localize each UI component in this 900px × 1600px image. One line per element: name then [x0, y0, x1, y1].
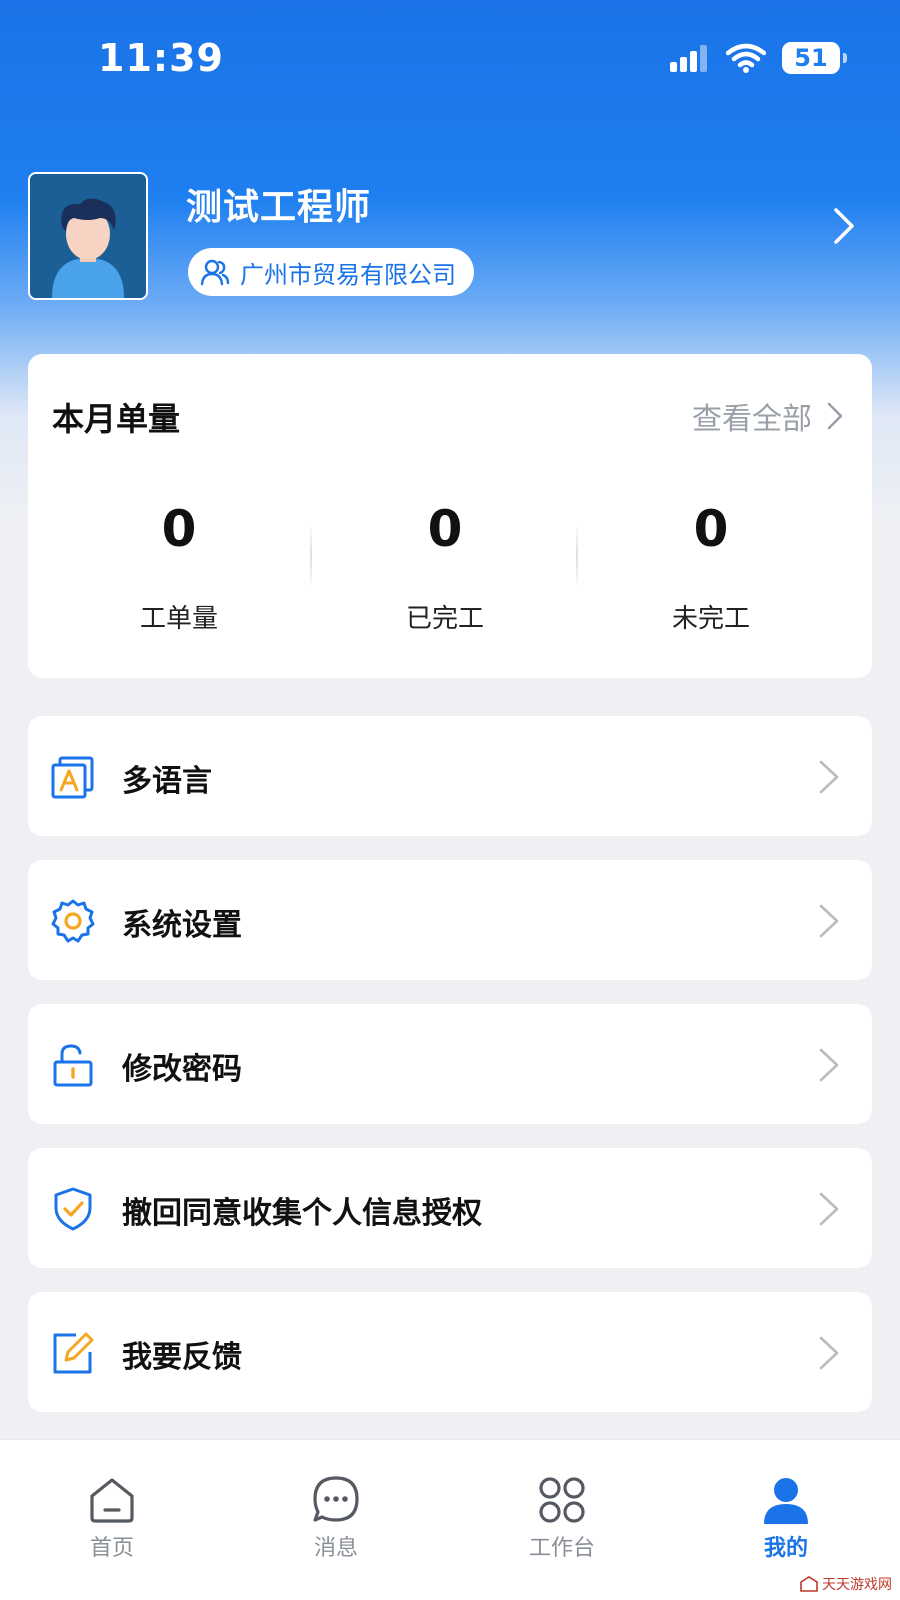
organization-icon — [200, 259, 230, 286]
battery-indicator: 51 — [782, 42, 847, 74]
status-icons: 51 — [670, 40, 847, 76]
menu-label: 我要反馈 — [122, 1340, 242, 1375]
avatar-illustration — [30, 174, 146, 298]
watermark-text: 天天游戏网 — [822, 1577, 892, 1593]
tab-mine[interactable]: 我的 — [716, 1474, 856, 1562]
menu-item-revoke-consent[interactable]: 撤回同意收集个人信息授权 — [28, 1148, 872, 1268]
stat-total-orders[interactable]: 0 工单量 — [46, 504, 312, 635]
menu-label: 修改密码 — [122, 1052, 242, 1087]
tab-label: 首页 — [89, 1536, 134, 1561]
stat-incomplete[interactable]: 0 未完工 — [578, 504, 844, 635]
menu-label: 系统设置 — [122, 908, 242, 943]
company-badge: 广州市贸易有限公司 — [188, 248, 474, 296]
tab-home[interactable]: 首页 — [42, 1474, 182, 1562]
battery-level: 51 — [794, 44, 828, 72]
status-time: 11:39 — [98, 36, 224, 80]
menu-label: 撤回同意收集个人信息授权 — [122, 1196, 482, 1231]
monthly-orders-title: 本月单量 — [52, 400, 181, 438]
bottom-tab-bar: 首页 消息 工作台 我的 天天游戏网 — [0, 1440, 900, 1600]
watermark-logo-icon — [800, 1576, 818, 1592]
menu-item-change-password[interactable]: 修改密码 — [28, 1004, 872, 1124]
stat-label: 未完工 — [671, 604, 750, 634]
unlock-icon — [53, 1044, 93, 1087]
stat-label: 已完工 — [405, 604, 484, 634]
edit-icon — [53, 1332, 94, 1374]
menu-item-system-settings[interactable]: 系统设置 — [28, 860, 872, 980]
avatar[interactable] — [28, 172, 148, 300]
menu-item-feedback[interactable]: 我要反馈 — [28, 1292, 872, 1412]
chevron-right-icon — [819, 1192, 839, 1226]
stat-label: 工单量 — [139, 604, 218, 634]
home-icon — [90, 1478, 134, 1523]
user-icon — [764, 1478, 808, 1524]
stat-completed[interactable]: 0 已完工 — [312, 504, 578, 635]
chevron-right-icon — [819, 1048, 839, 1082]
message-icon — [313, 1476, 359, 1522]
tab-workbench[interactable]: 工作台 — [492, 1474, 632, 1562]
chevron-right-icon — [819, 760, 839, 794]
company-name: 广州市贸易有限公司 — [240, 260, 456, 289]
language-icon — [51, 756, 94, 799]
gear-icon — [51, 899, 95, 943]
stat-value: 0 — [693, 500, 729, 558]
menu-label: 多语言 — [122, 764, 212, 799]
wifi-icon — [726, 43, 766, 73]
stat-value: 0 — [161, 500, 197, 558]
tab-label: 消息 — [313, 1536, 358, 1561]
signal-icon — [670, 45, 707, 72]
profile-chevron-right-icon[interactable] — [828, 206, 858, 246]
chevron-right-icon — [819, 904, 839, 938]
shield-check-icon — [54, 1187, 92, 1231]
tab-label: 工作台 — [528, 1536, 595, 1561]
tab-label: 我的 — [763, 1536, 808, 1561]
monthly-orders-card: 本月单量 查看全部 0 工单量 0 已完工 0 未完工 — [28, 354, 872, 678]
watermark: 天天游戏网 — [800, 1574, 892, 1594]
grid-icon — [539, 1477, 585, 1523]
chevron-right-icon — [827, 402, 843, 430]
menu-item-language[interactable]: 多语言 — [28, 716, 872, 836]
view-all-link[interactable]: 查看全部 — [692, 394, 844, 438]
user-name: 测试工程师 — [186, 187, 372, 228]
chevron-right-icon — [819, 1336, 839, 1370]
stat-value: 0 — [427, 500, 463, 558]
tab-messages[interactable]: 消息 — [266, 1474, 406, 1562]
view-all-label: 查看全部 — [692, 402, 812, 437]
